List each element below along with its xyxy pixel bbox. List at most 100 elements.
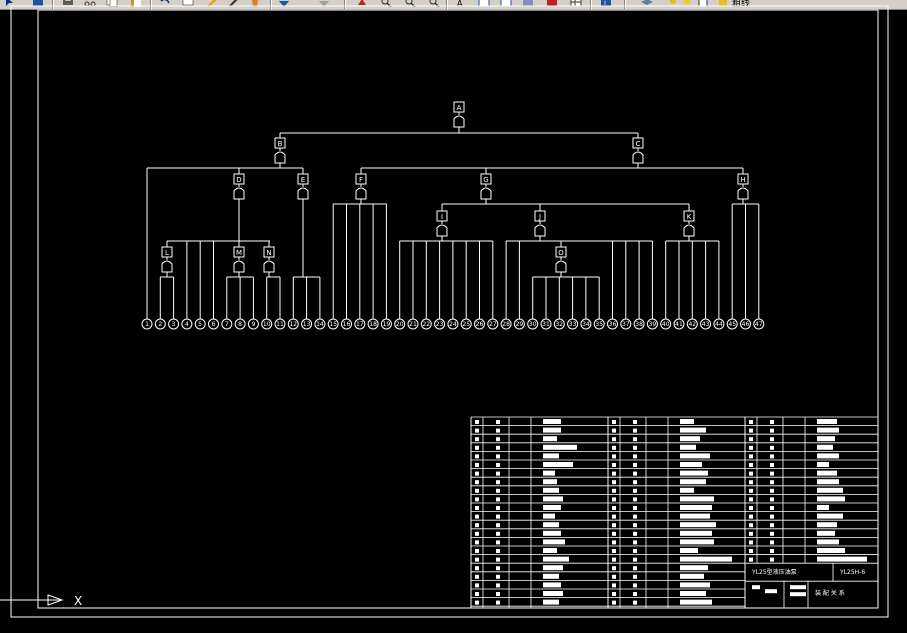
- leaf-node-32: 32: [553, 318, 565, 330]
- svg-text:4: 4: [185, 321, 189, 328]
- leaf-node-29: 29: [513, 318, 525, 330]
- leaf-node-19: 19: [380, 318, 392, 330]
- svg-text:14: 14: [316, 321, 324, 328]
- leaf-node-26: 26: [474, 318, 485, 330]
- svg-text:G: G: [483, 176, 488, 184]
- ucs-icon: X: [0, 594, 82, 608]
- leaf-node-20: 20: [394, 318, 406, 330]
- svg-text:12: 12: [289, 321, 297, 328]
- leaf-node-28: 28: [500, 318, 512, 330]
- svg-text:37: 37: [622, 321, 630, 328]
- leaf-node-8: 8: [234, 318, 246, 330]
- leaf-node-16: 16: [341, 318, 352, 330]
- svg-text:1: 1: [145, 321, 149, 328]
- svg-text:28: 28: [502, 321, 510, 328]
- outer-frame: [10, 5, 889, 618]
- leaf-node-27: 27: [487, 318, 499, 330]
- svg-text:24: 24: [449, 321, 457, 328]
- svg-text:H: H: [740, 176, 745, 184]
- drawing-title: YL25型液压油泵: [751, 568, 797, 576]
- leaf-node-17: 17: [354, 318, 366, 330]
- leaf-node-34: 34: [580, 318, 592, 330]
- leaf-node-2: 2: [154, 318, 166, 330]
- leaf-node-41: 41: [673, 318, 685, 330]
- svg-text:16: 16: [343, 321, 351, 328]
- leaf-node-14: 14: [314, 318, 326, 330]
- svg-text:8: 8: [238, 321, 242, 328]
- svg-text:40: 40: [662, 321, 670, 328]
- svg-text:21: 21: [409, 321, 417, 328]
- svg-text:J: J: [538, 213, 541, 221]
- leaf-node-25: 25: [460, 318, 472, 330]
- leaf-node-38: 38: [633, 318, 645, 330]
- svg-text:38: 38: [635, 321, 643, 328]
- svg-text:25: 25: [462, 321, 470, 328]
- leaf-node-21: 21: [407, 318, 419, 330]
- svg-text:I: I: [441, 213, 443, 221]
- svg-text:O: O: [558, 249, 564, 257]
- svg-text:46: 46: [742, 321, 750, 328]
- svg-text:10: 10: [263, 321, 271, 328]
- leaf-node-22: 22: [420, 318, 432, 330]
- svg-text:39: 39: [649, 321, 657, 328]
- svg-text:9: 9: [251, 321, 255, 328]
- svg-text:2: 2: [158, 321, 162, 328]
- title-block-table: YL25型液压油泵 YL25H-6 装 配 关 系: [470, 416, 879, 608]
- leaf-node-36: 36: [607, 318, 618, 330]
- leaf-node-9: 9: [247, 318, 259, 330]
- svg-text:33: 33: [569, 321, 577, 328]
- svg-text:13: 13: [303, 321, 311, 328]
- leaf-node-42: 42: [686, 318, 698, 330]
- leaf-node-5: 5: [194, 318, 206, 330]
- svg-text:30: 30: [529, 321, 537, 328]
- leaf-node-3: 3: [168, 318, 180, 330]
- svg-text:11: 11: [276, 321, 284, 328]
- svg-text:L: L: [165, 249, 169, 257]
- svg-text:B: B: [278, 140, 283, 148]
- drawing-canvas[interactable]: 1 2 3 4 5 6 7 8 9 10 11 12 13 14 15 16 17 18 19 20 21 22 23 24 2…: [0, 0, 907, 623]
- leaf-node-11: 11: [274, 318, 286, 330]
- svg-text:17: 17: [356, 321, 364, 328]
- leaf-node-35: 35: [593, 318, 605, 330]
- svg-text:A: A: [457, 104, 462, 112]
- leaf-node-37: 37: [620, 318, 632, 330]
- svg-text:20: 20: [396, 321, 404, 328]
- leaf-node-7: 7: [221, 318, 233, 330]
- svg-text:29: 29: [516, 321, 524, 328]
- svg-text:N: N: [266, 249, 271, 257]
- svg-text:23: 23: [436, 321, 444, 328]
- assembly-tree: 1 2 3 4 5 6 7 8 9 10 11 12 13 14 15 16 17 18 19 20 21 22 23 24 2…: [141, 101, 765, 330]
- leaf-node-40: 40: [660, 318, 672, 330]
- svg-text:42: 42: [688, 321, 696, 328]
- leaf-node-43: 43: [700, 318, 712, 330]
- svg-text:45: 45: [728, 321, 736, 328]
- org-label: 装 配 关 系: [815, 589, 845, 597]
- svg-text:7: 7: [225, 321, 229, 328]
- leaf-node-18: 18: [367, 318, 379, 330]
- svg-text:E: E: [301, 176, 305, 184]
- leaf-node-24: 24: [447, 318, 459, 330]
- leaf-node-23: 23: [434, 318, 446, 330]
- leaf-node-13: 13: [301, 318, 313, 330]
- svg-text:K: K: [687, 213, 692, 221]
- svg-text:3: 3: [172, 321, 176, 328]
- svg-text:27: 27: [489, 321, 497, 328]
- svg-text:22: 22: [422, 321, 430, 328]
- svg-text:5: 5: [198, 321, 202, 328]
- svg-text:C: C: [636, 140, 641, 148]
- svg-text:47: 47: [755, 321, 763, 328]
- leaf-node-6: 6: [208, 318, 219, 330]
- leaf-node-31: 31: [540, 318, 552, 330]
- leaf-node-1: 1: [141, 318, 153, 330]
- leaf-node-15: 15: [327, 318, 339, 330]
- svg-text:43: 43: [702, 321, 710, 328]
- leaf-node-46: 46: [740, 318, 751, 330]
- leaf-node-39: 39: [646, 318, 658, 330]
- svg-text:41: 41: [675, 321, 683, 328]
- leaf-node-33: 33: [567, 318, 579, 330]
- svg-text:6: 6: [212, 321, 216, 328]
- leaf-node-47: 47: [753, 318, 765, 330]
- svg-text:44: 44: [715, 321, 723, 328]
- svg-text:19: 19: [383, 321, 391, 328]
- svg-text:15: 15: [329, 321, 337, 328]
